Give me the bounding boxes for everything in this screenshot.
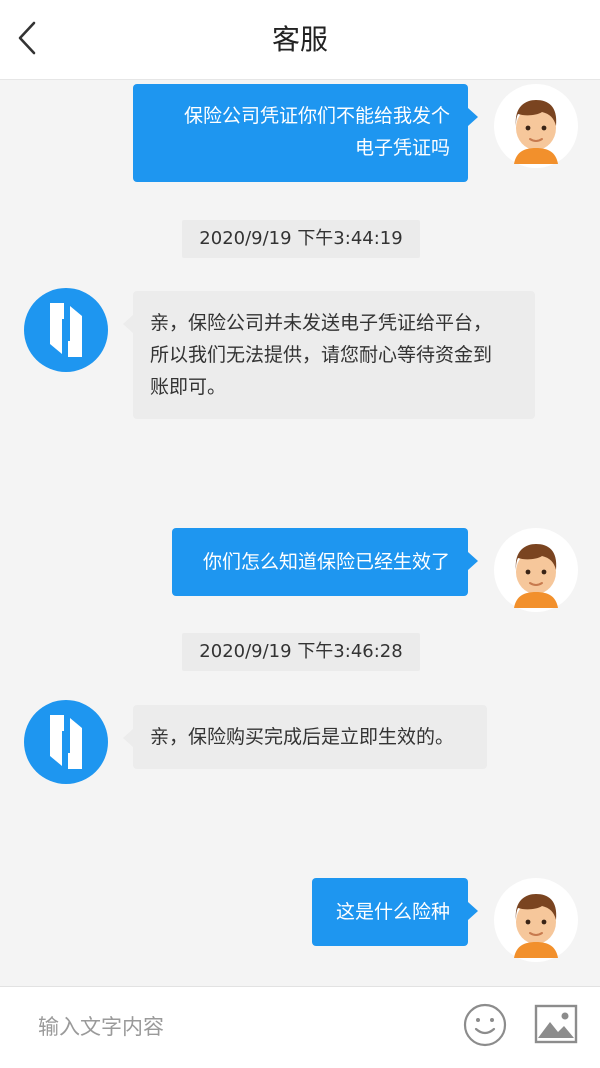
timestamp: 2020/9/19 下午3:46:28 <box>182 633 420 671</box>
page-title: 客服 <box>271 23 328 56</box>
timestamp: 2020/9/19 下午3:44:19 <box>182 220 420 258</box>
image-button[interactable] <box>534 1004 578 1044</box>
message-bubble-service: 亲，保险购买完成后是立即生效的。 <box>123 705 487 769</box>
service-avatar[interactable] <box>24 288 108 372</box>
input-bar <box>0 986 600 1068</box>
header-bar: 客服 <box>0 0 600 80</box>
user-avatar[interactable] <box>494 528 578 612</box>
service-avatar[interactable] <box>24 700 108 784</box>
smiley-icon <box>463 1003 507 1047</box>
emoji-button[interactable] <box>462 1002 508 1048</box>
image-icon <box>534 1004 578 1044</box>
message-bubble-user: 保险公司凭证你们不能给我发个 电子凭证吗 <box>133 84 478 182</box>
user-avatar[interactable] <box>494 84 578 168</box>
message-bubble-service: 亲，保险公司并未发送电子凭证给平台， 所以我们无法提供，请您耐心等待资金到 账即… <box>123 291 535 419</box>
message-bubble-user: 这是什么险种 <box>312 878 478 946</box>
user-avatar[interactable] <box>494 878 578 962</box>
message-input[interactable] <box>36 1003 440 1051</box>
message-bubble-user: 你们怎么知道保险已经生效了 <box>172 528 478 596</box>
